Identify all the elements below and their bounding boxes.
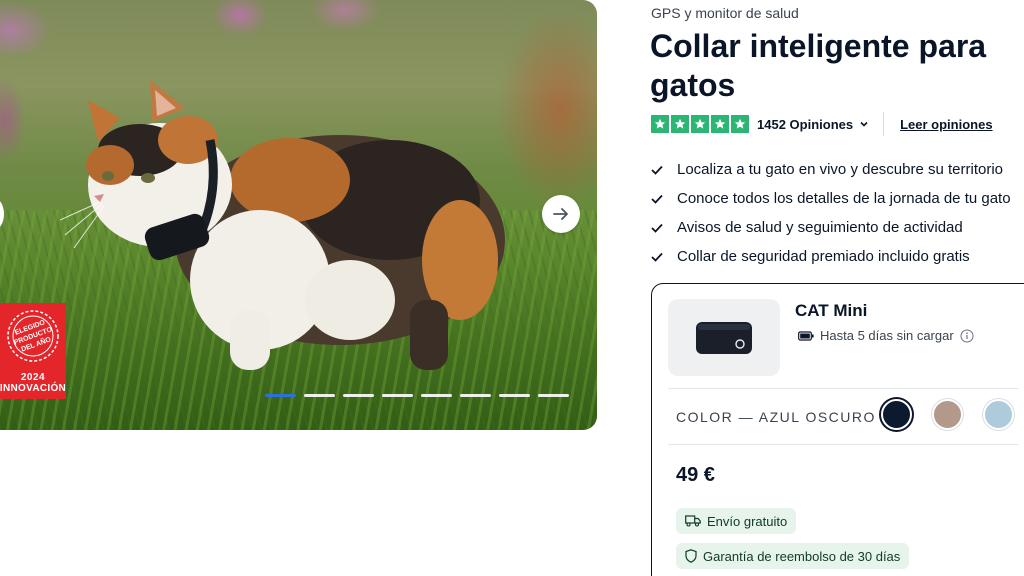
reviews-count: 1452 Opiniones (757, 116, 854, 132)
award-seal-icon: ELEGIDO PRODUCTO DEL AÑO (7, 310, 59, 362)
award-year: 2024 (20, 372, 46, 383)
info-icon[interactable] (960, 329, 974, 343)
star-icon (671, 115, 689, 133)
check-icon (651, 194, 665, 204)
divider (883, 112, 885, 136)
star-icon (691, 115, 709, 133)
list-item: Collar de seguridad premiado incluido gr… (651, 242, 1011, 271)
refund-guarantee-badge: Garantía de reembolso de 30 días (676, 543, 910, 569)
star-icon (711, 115, 729, 133)
award-label: INNOVACIÓN (0, 383, 67, 394)
carousel-dot[interactable] (421, 394, 452, 397)
product-title: Collar inteligente para gatos (650, 28, 987, 103)
swatch-beige[interactable] (932, 399, 963, 430)
swatch-light-blue[interactable] (983, 399, 1014, 430)
shield-icon (685, 549, 697, 563)
truck-icon (685, 515, 701, 527)
feature-text: Conoce todos los detalles de la jornada … (677, 190, 1011, 207)
product-variant-name: CAT Mini (795, 301, 868, 320)
color-swatches (881, 399, 1014, 430)
carousel-dot[interactable] (343, 394, 374, 397)
tracker-device-image (696, 321, 752, 354)
battery-info: Hasta 5 días sin cargar (798, 328, 974, 343)
feature-list: Localiza a tu gato en vivo y descubre su… (651, 155, 1011, 271)
chevron-down-icon (860, 121, 868, 127)
free-shipping-badge: Envío gratuito (676, 508, 797, 534)
price: 49 € (676, 464, 715, 486)
divider (668, 388, 1018, 389)
battery-text: Hasta 5 días sin cargar (820, 328, 954, 343)
carousel-dot[interactable] (265, 394, 296, 397)
product-eyebrow: GPS y monitor de salud (651, 5, 799, 21)
check-icon (651, 223, 665, 233)
cat-photo (60, 80, 505, 370)
feature-text: Localiza a tu gato en vivo y descubre su… (677, 161, 1004, 178)
carousel-dot[interactable] (460, 394, 491, 397)
award-badge: ELEGIDO PRODUCTO DEL AÑO 2024 INNOVACIÓN (0, 303, 66, 399)
rating-stars (651, 115, 749, 133)
carousel-next-button[interactable] (542, 195, 580, 233)
read-reviews-link[interactable]: Leer opiniones (900, 117, 992, 132)
swatch-navy[interactable] (881, 399, 912, 430)
feature-text: Avisos de salud y seguimiento de activid… (677, 219, 963, 236)
shipping-text: Envío gratuito (707, 513, 788, 529)
list-item: Localiza a tu gato en vivo y descubre su… (651, 155, 1011, 184)
check-icon (651, 252, 665, 262)
list-item: Avisos de salud y seguimiento de activid… (651, 213, 1011, 242)
carousel-dots (265, 394, 569, 397)
arrow-right-icon (553, 208, 568, 220)
guarantee-text: Garantía de reembolso de 30 días (703, 548, 901, 564)
variant-card[interactable]: CAT Mini Hasta 5 días sin cargar COLOR —… (651, 283, 1024, 576)
carousel-dot[interactable] (304, 394, 335, 397)
rating-row: 1452 Opiniones Leer opiniones (651, 112, 993, 136)
reviews-dropdown[interactable]: 1452 Opiniones (757, 117, 869, 132)
carousel-dot[interactable] (499, 394, 530, 397)
check-icon (651, 165, 665, 175)
carousel-dot[interactable] (538, 394, 569, 397)
feature-text: Collar de seguridad premiado incluido gr… (677, 248, 970, 265)
star-icon (731, 115, 749, 133)
product-thumbnail (668, 299, 780, 376)
color-label: COLOR — AZUL OSCURO (676, 409, 876, 425)
list-item: Conoce todos los detalles de la jornada … (651, 184, 1011, 213)
product-gallery: ELEGIDO PRODUCTO DEL AÑO 2024 INNOVACIÓN (0, 0, 597, 430)
star-icon (651, 115, 669, 133)
carousel-dot[interactable] (382, 394, 413, 397)
battery-icon (798, 330, 814, 341)
divider (668, 444, 1018, 445)
